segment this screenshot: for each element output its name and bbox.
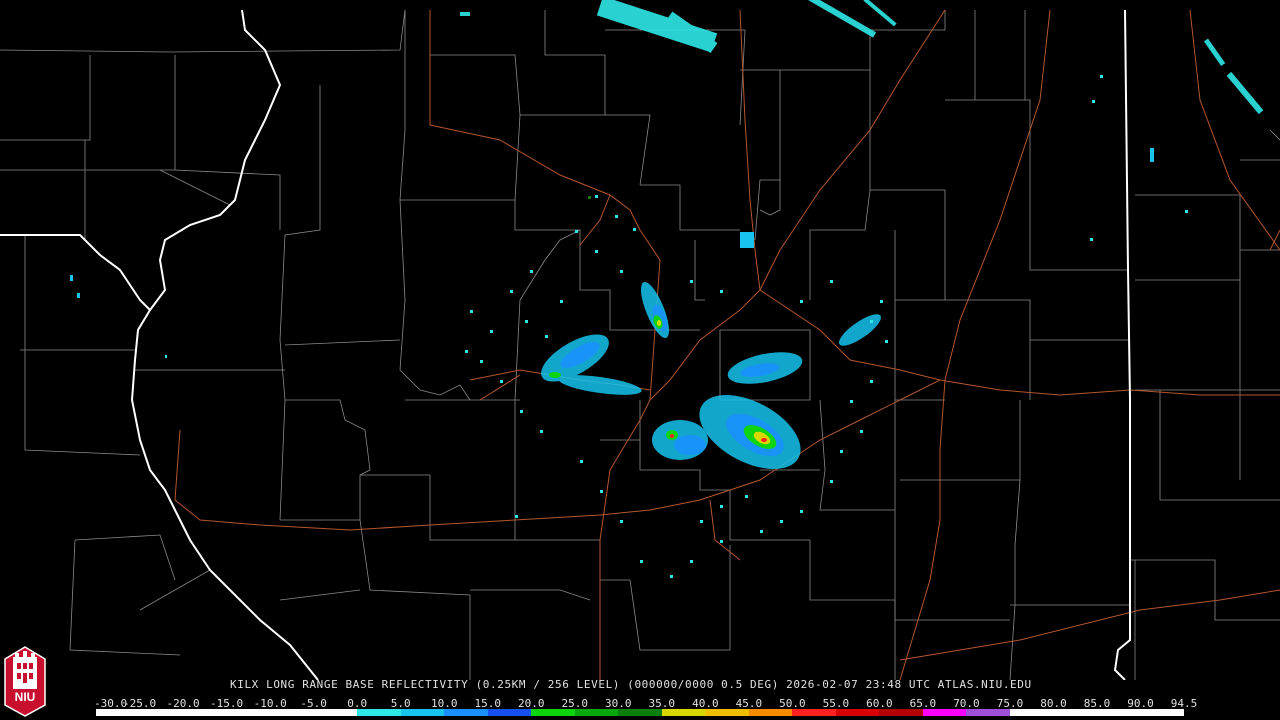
color-scale-labels: -30.0 -25.0 -20.0 -15.0 -10.0 -5.0 0.0 5.0 10.0 1… [94,697,1197,710]
scale-color-segment [1140,709,1184,716]
scale-color-segment [357,709,401,716]
scale-color-segment [487,709,532,716]
logo-text: NIU [15,690,36,704]
scale-color-segment [183,709,227,716]
scale-color-segment [618,709,662,716]
scale-color-segment [705,709,749,716]
color-scale-bar [96,709,1184,716]
scale-color-segment [661,709,706,716]
scale-color-segment [1053,709,1097,716]
scale-color-segment [922,709,967,716]
scale-color-segment [574,709,619,716]
scale-color-segment [444,709,488,716]
scale-color-segment [139,709,184,716]
scale-color-segment [835,709,880,716]
scale-color-segment [270,709,314,716]
radar-map [0,0,1280,680]
scale-color-segment [1009,709,1054,716]
scale-color-segment [96,709,140,716]
scale-color-segment [531,709,575,716]
scale-color-segment [400,709,445,716]
scale-color-segment [313,709,358,716]
scale-color-segment [879,709,923,716]
niu-logo: NIU [4,646,46,717]
scale-color-segment [1096,709,1141,716]
scale-color-segment [792,709,836,716]
scale-color-segment [748,709,793,716]
product-title: KILX LONG RANGE BASE REFLECTIVITY (0.25K… [230,678,1032,691]
scale-color-segment [226,709,271,716]
scale-color-segment [966,709,1010,716]
